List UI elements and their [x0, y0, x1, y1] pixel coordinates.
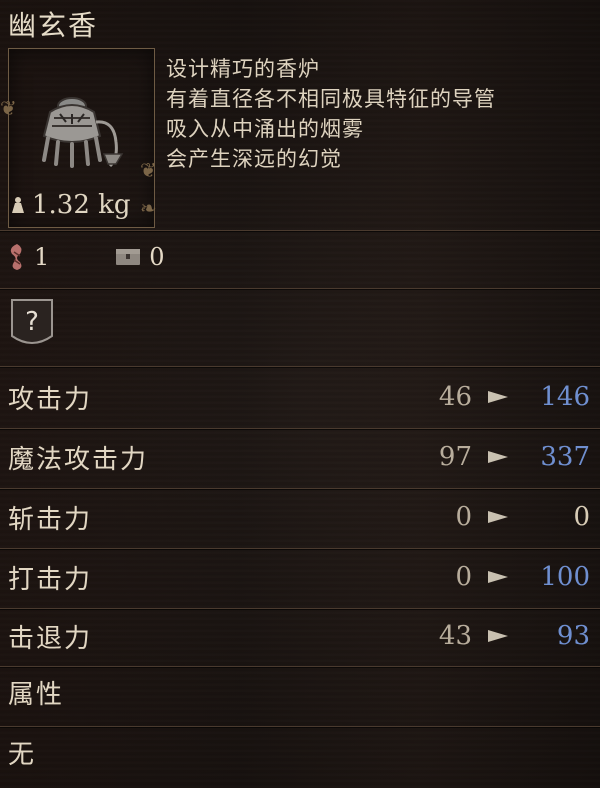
divider — [0, 666, 600, 667]
arrow-right-icon — [488, 451, 508, 463]
divider — [0, 288, 600, 289]
stored-count: 0 — [115, 243, 165, 271]
stat-label: 斩击力 — [8, 504, 93, 535]
stat-label: 击退力 — [8, 623, 93, 654]
badge-symbol: ? — [25, 307, 39, 337]
rune-sigil-icon — [10, 244, 22, 270]
ornament-icon: ❧ — [140, 196, 157, 220]
stat-current-value: 97 — [438, 442, 472, 472]
attributes-header: 属性 — [8, 680, 65, 710]
stat-label: 攻击力 — [8, 384, 93, 415]
arrow-right-icon — [488, 391, 508, 403]
description-line: 设计精巧的香炉 — [166, 57, 320, 81]
stat-new-value: 337 — [540, 442, 590, 472]
stat-row-slash: 斩击力 0 0 — [0, 487, 600, 547]
divider — [0, 230, 600, 231]
stat-new-value: 146 — [540, 382, 590, 412]
divider — [0, 726, 600, 727]
ornament-icon: ❦ — [140, 158, 157, 182]
owned-count-value: 1 — [34, 243, 50, 271]
storage-chest-icon — [116, 249, 141, 265]
item-title: 幽玄香 — [8, 9, 99, 42]
stat-new-value: 0 — [573, 502, 590, 532]
stat-current-value: 0 — [455, 562, 472, 592]
arrow-right-icon — [488, 511, 508, 523]
arrow-right-icon — [488, 571, 508, 583]
item-weight-value: 1.32 kg — [32, 190, 131, 220]
stat-current-value: 43 — [438, 621, 472, 651]
stat-label: 打击力 — [8, 564, 93, 595]
stat-current-value: 0 — [455, 502, 472, 532]
description-line: 有着直径各不相同极具特征的导管 — [166, 87, 496, 111]
ornament-icon: ❦ — [0, 96, 17, 120]
item-weight: 1.32 kg — [8, 190, 131, 220]
item-description: 设计精巧的香炉 有着直径各不相同极具特征的导管 吸入从中涌出的烟雾 会产生深远的… — [156, 54, 592, 224]
incense-burner-icon — [42, 97, 124, 168]
stat-current-value: 46 — [438, 382, 472, 412]
stat-row-attack: 攻击力 46 146 — [0, 367, 600, 427]
owned-count: 1 — [8, 242, 49, 272]
description-line: 会产生深远的幻觉 — [166, 147, 342, 171]
stat-row-knockback: 击退力 43 93 — [0, 606, 600, 666]
stat-label: 魔法攻击力 — [8, 444, 149, 475]
description-line: 吸入从中涌出的烟雾 — [166, 117, 364, 141]
stat-new-value: 100 — [540, 562, 590, 592]
stat-row-strike: 打击力 0 100 — [0, 547, 600, 607]
arrow-right-icon — [488, 630, 508, 642]
unknown-affinity-badge: ? — [11, 299, 53, 344]
item-counts: 1 0 — [8, 242, 231, 272]
stat-row-magic-attack: 魔法攻击力 97 337 — [0, 427, 600, 487]
stored-count-value: 0 — [149, 243, 165, 271]
weight-icon — [12, 197, 24, 213]
stat-new-value: 93 — [556, 621, 590, 651]
attributes-value: 无 — [8, 740, 37, 770]
